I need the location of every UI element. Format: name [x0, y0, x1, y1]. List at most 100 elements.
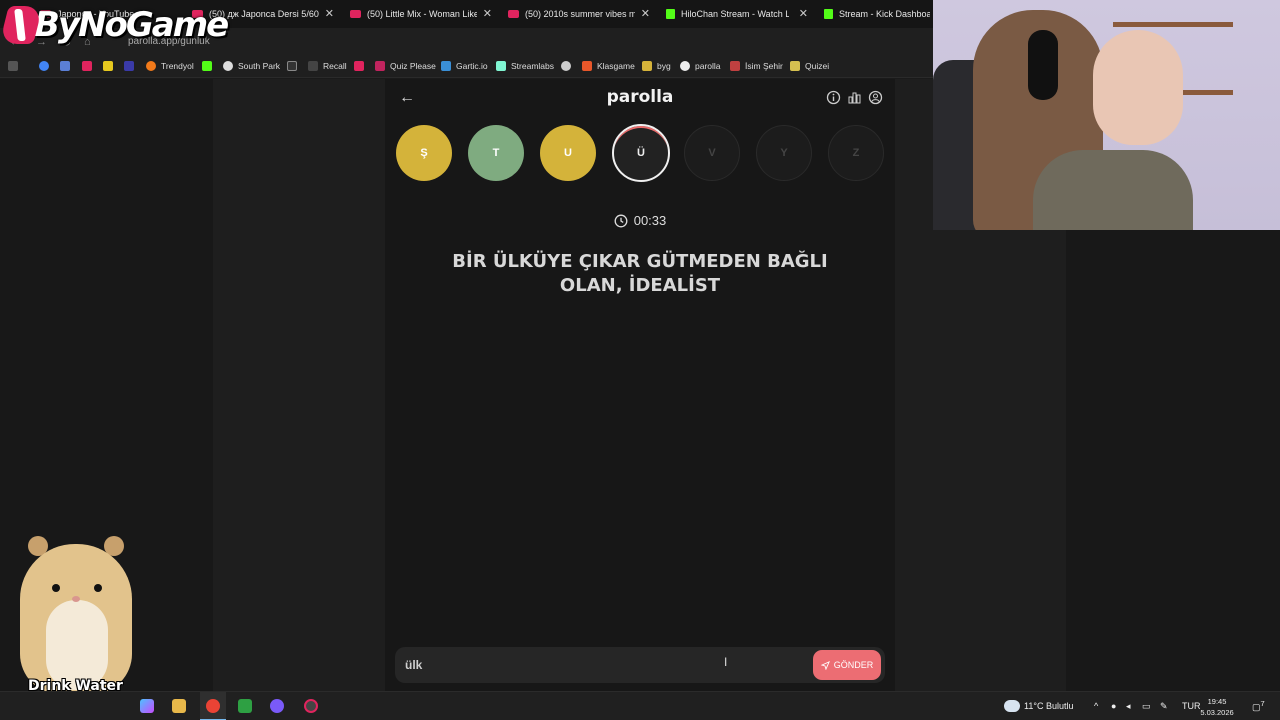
microphone-icon[interactable]: ● — [1111, 701, 1116, 711]
timer-value: 00:33 — [633, 213, 667, 228]
youtube-icon[interactable] — [82, 61, 92, 71]
youtube-icon — [508, 10, 519, 18]
isim-sehir-icon — [730, 61, 740, 71]
bynogame-logo: ByNoGame — [0, 2, 229, 48]
bookmark-trendyol[interactable]: Trendyol — [146, 61, 194, 71]
letter-circle: U — [540, 125, 596, 181]
quizei-icon — [790, 61, 800, 71]
bookmark-label: İsim Şehir — [745, 61, 783, 71]
logo-text: ByNoGame — [34, 5, 229, 45]
file-explorer-icon[interactable] — [172, 699, 186, 713]
tab-hilochan-stream[interactable]: HiloChan Stream - Watch L ✕ — [666, 4, 808, 24]
letter-circle: T — [468, 125, 524, 181]
bookmark-label: Recall — [323, 61, 347, 71]
info-icon[interactable] — [826, 90, 841, 105]
recorder-icon[interactable] — [304, 699, 318, 713]
streamlabs-icon — [496, 61, 506, 71]
chrome-icon[interactable] — [206, 699, 220, 713]
youtube-icon[interactable] — [354, 61, 364, 71]
chevron-up-icon[interactable]: ^ — [1094, 701, 1098, 711]
bookmark-south-park[interactable]: South Park — [223, 61, 280, 71]
kick-icon — [666, 9, 675, 19]
shelf — [1113, 22, 1233, 27]
trendyol-icon — [146, 61, 156, 71]
streamer-body — [1033, 150, 1193, 230]
bookmark-label: Quiz Please — [390, 61, 436, 71]
send-button[interactable]: GÖNDER — [813, 650, 881, 680]
bookmark-yellow-icon[interactable] — [103, 61, 113, 71]
stats-icon[interactable] — [847, 90, 862, 105]
close-icon[interactable]: ✕ — [799, 7, 808, 20]
google-icon[interactable] — [39, 61, 49, 71]
obs-icon[interactable] — [270, 699, 284, 713]
page-title: parolla — [606, 87, 674, 107]
bookmark-streamlabs[interactable]: Streamlabs — [496, 61, 554, 71]
bookmark-byg[interactable]: byg — [642, 61, 671, 71]
globe-icon[interactable] — [561, 61, 571, 71]
send-icon — [820, 660, 830, 670]
notification-icon[interactable]: ▢7 — [1252, 699, 1265, 713]
clock-icon — [614, 214, 628, 227]
close-icon[interactable]: ✕ — [483, 7, 492, 20]
hamster-eye — [52, 584, 60, 592]
tab-summer-vibes[interactable]: (50) 2010s summer vibes mix - ✕ — [508, 4, 650, 24]
tab-label: HiloChan Stream - Watch L — [681, 9, 789, 19]
kick-icon[interactable] — [202, 61, 212, 71]
tab-label: (50) Little Mix - Woman Like M — [367, 9, 477, 19]
bookmark-label: Klasgame — [597, 61, 635, 71]
close-icon[interactable]: ✕ — [641, 7, 650, 20]
question-text: BİR ÜLKÜYE ÇIKAR GÜTMEDEN BAĞLI OLAN, İD… — [425, 250, 855, 298]
headphones — [1028, 30, 1058, 100]
apps-grid-icon[interactable] — [8, 61, 18, 71]
tab-label: Stream - Kick Dashboard — [839, 9, 930, 19]
language-indicator[interactable]: TUR — [1182, 701, 1201, 711]
bookmark-label: parolla — [695, 61, 721, 71]
bookmark-label: South Park — [238, 61, 281, 71]
hamster-belly — [46, 600, 108, 690]
bookmark-quizei[interactable]: Quizei — [790, 61, 829, 71]
send-label: GÖNDER — [833, 660, 874, 670]
bookmark-parolla[interactable]: parolla — [680, 61, 721, 71]
close-icon[interactable]: ✕ — [325, 7, 334, 20]
profile-icon[interactable] — [868, 90, 883, 105]
weather-icon[interactable] — [1004, 700, 1020, 712]
letter-circle-active: Ü — [612, 124, 670, 182]
network-icon[interactable]: ▭ — [1142, 701, 1151, 712]
pen-icon[interactable]: ✎ — [1160, 701, 1168, 712]
bookmark-label: Streamlabs — [511, 61, 554, 71]
translate-icon[interactable] — [60, 61, 70, 71]
bookmark-gartic[interactable]: Gartic.io — [441, 61, 488, 71]
tab-kick-dashboard[interactable]: Stream - Kick Dashboard — [824, 4, 930, 24]
app-green-icon[interactable] — [238, 699, 252, 713]
gartic-icon — [441, 61, 451, 71]
letter-circle: Ş — [396, 125, 452, 181]
letter-circle: Z — [828, 125, 884, 181]
hamster-overlay — [8, 530, 138, 700]
clock-date: 5.03.2026 — [1200, 708, 1234, 717]
weather-text[interactable]: 11°C Bulutlu — [1024, 701, 1073, 711]
klasgame-icon — [582, 61, 592, 71]
bookmark-label: byg — [657, 61, 671, 71]
tab-little-mix[interactable]: (50) Little Mix - Woman Like M ✕ — [350, 4, 492, 24]
copilot-icon[interactable] — [140, 699, 154, 713]
parolla-icon — [680, 61, 690, 71]
bookmark-blue-icon[interactable] — [124, 61, 134, 71]
question-line: BİR ÜLKÜYE ÇIKAR GÜTMEDEN BAĞLI — [452, 251, 828, 272]
bookmark-isim-sehir[interactable]: İsim Şehir — [730, 61, 783, 71]
letter-wheel: Ş T U Ü V Y Z — [396, 124, 886, 183]
clock[interactable]: 19:45 5.03.2026 — [1200, 696, 1234, 718]
x-icon[interactable] — [287, 61, 297, 71]
bookmark-recall[interactable]: Recall — [308, 61, 347, 71]
volume-icon[interactable]: ◂ — [1126, 701, 1131, 712]
bookmark-klasgame[interactable]: Klasgame — [582, 61, 635, 71]
youtube-icon — [350, 10, 361, 18]
bookmark-label: Trendyol — [161, 61, 194, 71]
kick-icon — [824, 9, 833, 19]
clock-time: 19:45 — [1207, 697, 1227, 706]
taskbar: 11°C Bulutlu ^ ● ◂ ▭ ✎ TUR 19:45 5.03.20… — [0, 691, 1280, 720]
answer-bar: GÖNDER — [395, 647, 885, 683]
bookmark-label: Gartic.io — [456, 61, 488, 71]
answer-input[interactable] — [405, 655, 785, 675]
timer: 00:33 — [385, 213, 895, 228]
bookmark-quiz-please[interactable]: Quiz Please — [375, 61, 436, 71]
